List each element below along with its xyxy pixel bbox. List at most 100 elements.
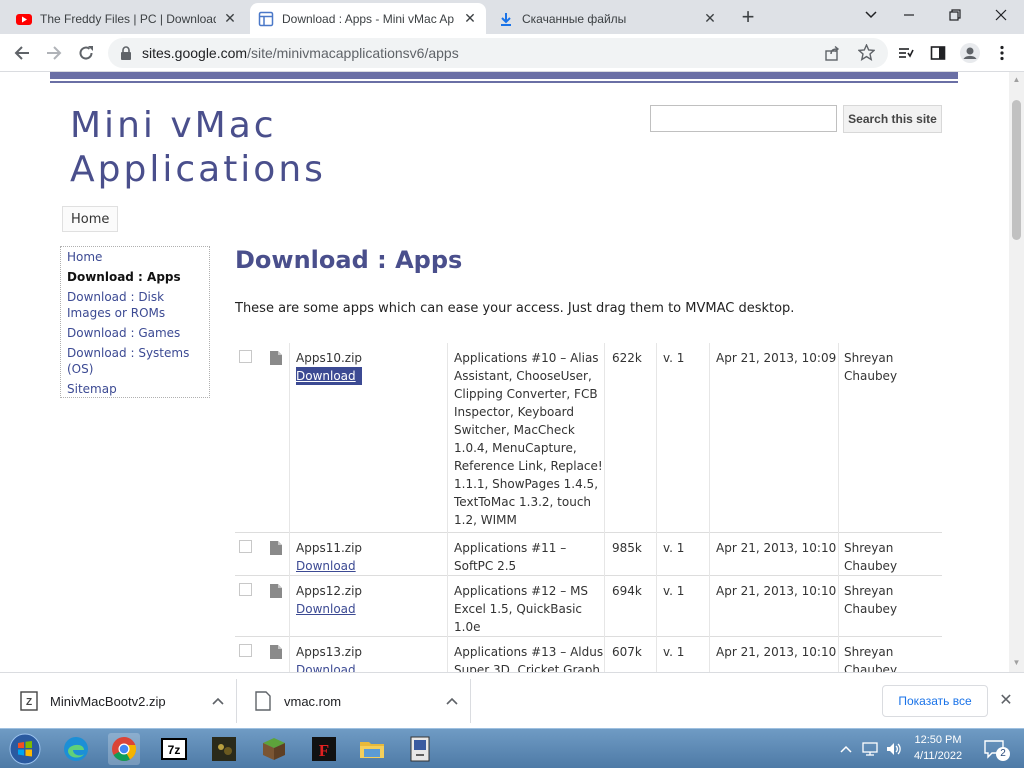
file-date: Apr 21, 2013, 10:10 <box>716 645 837 659</box>
site-container: Mini vMac Applications Search this site … <box>50 72 958 672</box>
svg-text:Z: Z <box>26 697 32 708</box>
site-title-line2: Applications <box>70 149 326 190</box>
sidebar-item-home[interactable]: Home <box>67 249 203 265</box>
file-author: Shreyan Chaubey <box>844 541 898 573</box>
new-tab-button[interactable]: + <box>736 6 760 30</box>
reload-button[interactable] <box>72 39 100 67</box>
forward-button[interactable] <box>40 39 68 67</box>
chevron-up-icon[interactable] <box>446 694 458 708</box>
download-filename: vmac.rom <box>284 693 342 709</box>
taskbar-edge[interactable] <box>60 733 92 765</box>
address-bar[interactable]: sites.google.com/site/minivmacapplicatio… <box>108 38 888 68</box>
close-tab-icon[interactable]: ✕ <box>702 10 718 27</box>
top-nav-home[interactable]: Home <box>62 206 119 232</box>
menu-button[interactable] <box>988 39 1016 67</box>
sidebar-item-systems[interactable]: Download : Systems (OS) <box>67 345 203 377</box>
url-path: /site/minivmacapplicationsv6/apps <box>247 45 459 61</box>
download-item-vmac-rom[interactable]: vmac.rom <box>254 673 458 729</box>
side-panel-button[interactable] <box>924 39 952 67</box>
taskbar-f-app[interactable]: F <box>308 733 340 765</box>
minimize-button[interactable] <box>886 0 932 30</box>
row-checkbox[interactable] <box>239 540 252 553</box>
chrome-icon <box>112 737 137 762</box>
header-band <box>50 72 958 79</box>
vmac-icon <box>410 736 430 762</box>
reading-list-button[interactable] <box>892 39 920 67</box>
restore-button[interactable] <box>932 0 978 30</box>
tab-downloads[interactable]: Скачанные файлы ✕ <box>490 3 726 34</box>
back-button[interactable] <box>8 39 36 67</box>
search-input[interactable] <box>650 105 837 132</box>
file-date: Apr 21, 2013, 10:10 <box>716 541 837 555</box>
lock-icon <box>121 46 131 60</box>
page-intro: These are some apps which can ease your … <box>235 301 795 316</box>
file-version[interactable]: v. 1 <box>663 539 684 557</box>
file-author: Shreyan Chaubey <box>844 351 898 383</box>
minecraft-icon <box>263 738 285 760</box>
download-item-minivmacboot[interactable]: Z MinivMacBootv2.zip <box>20 673 224 729</box>
taskbar-clock[interactable]: 12:50 PM 4/11/2022 <box>906 732 970 764</box>
windows-start-icon <box>9 733 41 765</box>
folder-icon <box>360 742 384 758</box>
download-link[interactable]: Download <box>296 557 362 575</box>
taskbar-vmac[interactable] <box>404 733 436 765</box>
column-divider <box>289 343 290 672</box>
taskbar-minecraft[interactable] <box>258 733 290 765</box>
row-checkbox[interactable] <box>239 583 252 596</box>
taskbar-explorer[interactable] <box>356 733 388 765</box>
file-version[interactable]: v. 1 <box>663 643 684 661</box>
close-tab-icon[interactable]: ✕ <box>222 10 238 27</box>
profile-button[interactable] <box>956 39 984 67</box>
taskbar-game[interactable] <box>208 733 240 765</box>
sidebar-item-sitemap[interactable]: Sitemap <box>67 381 203 397</box>
download-link[interactable]: Download <box>296 367 363 385</box>
file-size: 985k <box>612 541 642 555</box>
file-name-cell: Apps13.zip Download <box>296 643 362 672</box>
sites-icon <box>258 11 274 26</box>
file-date: Apr 21, 2013, 10:10 <box>716 584 837 598</box>
tab-freddy-files[interactable]: The Freddy Files | PC | Download ✕ <box>8 3 246 34</box>
scrollbar-thumb[interactable] <box>1012 100 1021 240</box>
row-checkbox[interactable] <box>239 644 252 657</box>
taskbar-chrome[interactable] <box>108 733 140 765</box>
sidebar-item-disk-images[interactable]: Download : Disk Images or ROMs <box>67 289 203 321</box>
site-title[interactable]: Mini vMac Applications <box>70 104 326 192</box>
table-row: Apps13.zip Download Applications #13 – A… <box>235 637 942 672</box>
tab-download-apps[interactable]: Download : Apps - Mini vMac Ap ✕ <box>250 3 486 34</box>
url-domain: sites.google.com <box>142 45 248 61</box>
download-link[interactable]: Download <box>296 600 362 618</box>
file-size: 622k <box>612 351 642 365</box>
reload-icon <box>79 46 93 60</box>
action-center-button[interactable]: 2 <box>982 733 1010 765</box>
file-name: Apps13.zip <box>296 645 363 659</box>
scroll-down-arrow[interactable]: ▼ <box>1012 658 1021 667</box>
page-scrollbar[interactable]: ▲ ▼ <box>1009 72 1024 672</box>
scroll-up-arrow[interactable]: ▲ <box>1012 75 1021 84</box>
start-button[interactable] <box>6 733 44 765</box>
tab-title: The Freddy Files | PC | Download <box>40 11 216 26</box>
download-link[interactable]: Download <box>296 661 362 672</box>
share-icon[interactable] <box>824 45 840 61</box>
column-divider <box>604 343 605 672</box>
star-icon[interactable] <box>858 44 875 61</box>
chevron-up-icon[interactable] <box>212 694 224 708</box>
file-name-cell: Apps12.zip Download <box>296 582 362 618</box>
file-version[interactable]: v. 1 <box>663 349 684 367</box>
sidebar-item-games[interactable]: Download : Games <box>67 325 203 341</box>
network-icon[interactable] <box>862 742 878 756</box>
file-name-cell: Apps11.zip Download <box>296 539 362 575</box>
row-checkbox[interactable] <box>239 350 252 363</box>
chevron-up-icon[interactable] <box>840 745 852 753</box>
taskbar-7zip[interactable]: 7z <box>158 733 190 765</box>
notification-count: 2 <box>996 747 1010 761</box>
search-button[interactable]: Search this site <box>843 105 942 133</box>
close-tab-icon[interactable]: ✕ <box>462 10 478 27</box>
close-shelf-icon[interactable]: ✕ <box>996 691 1016 711</box>
column-divider <box>838 343 839 672</box>
close-window-button[interactable] <box>978 0 1024 30</box>
sidebar-item-apps[interactable]: Download : Apps <box>67 269 203 285</box>
show-all-downloads-button[interactable]: Показать все <box>882 685 988 717</box>
volume-icon[interactable] <box>886 742 902 756</box>
arrow-left-icon <box>14 46 29 60</box>
file-version[interactable]: v. 1 <box>663 582 684 600</box>
